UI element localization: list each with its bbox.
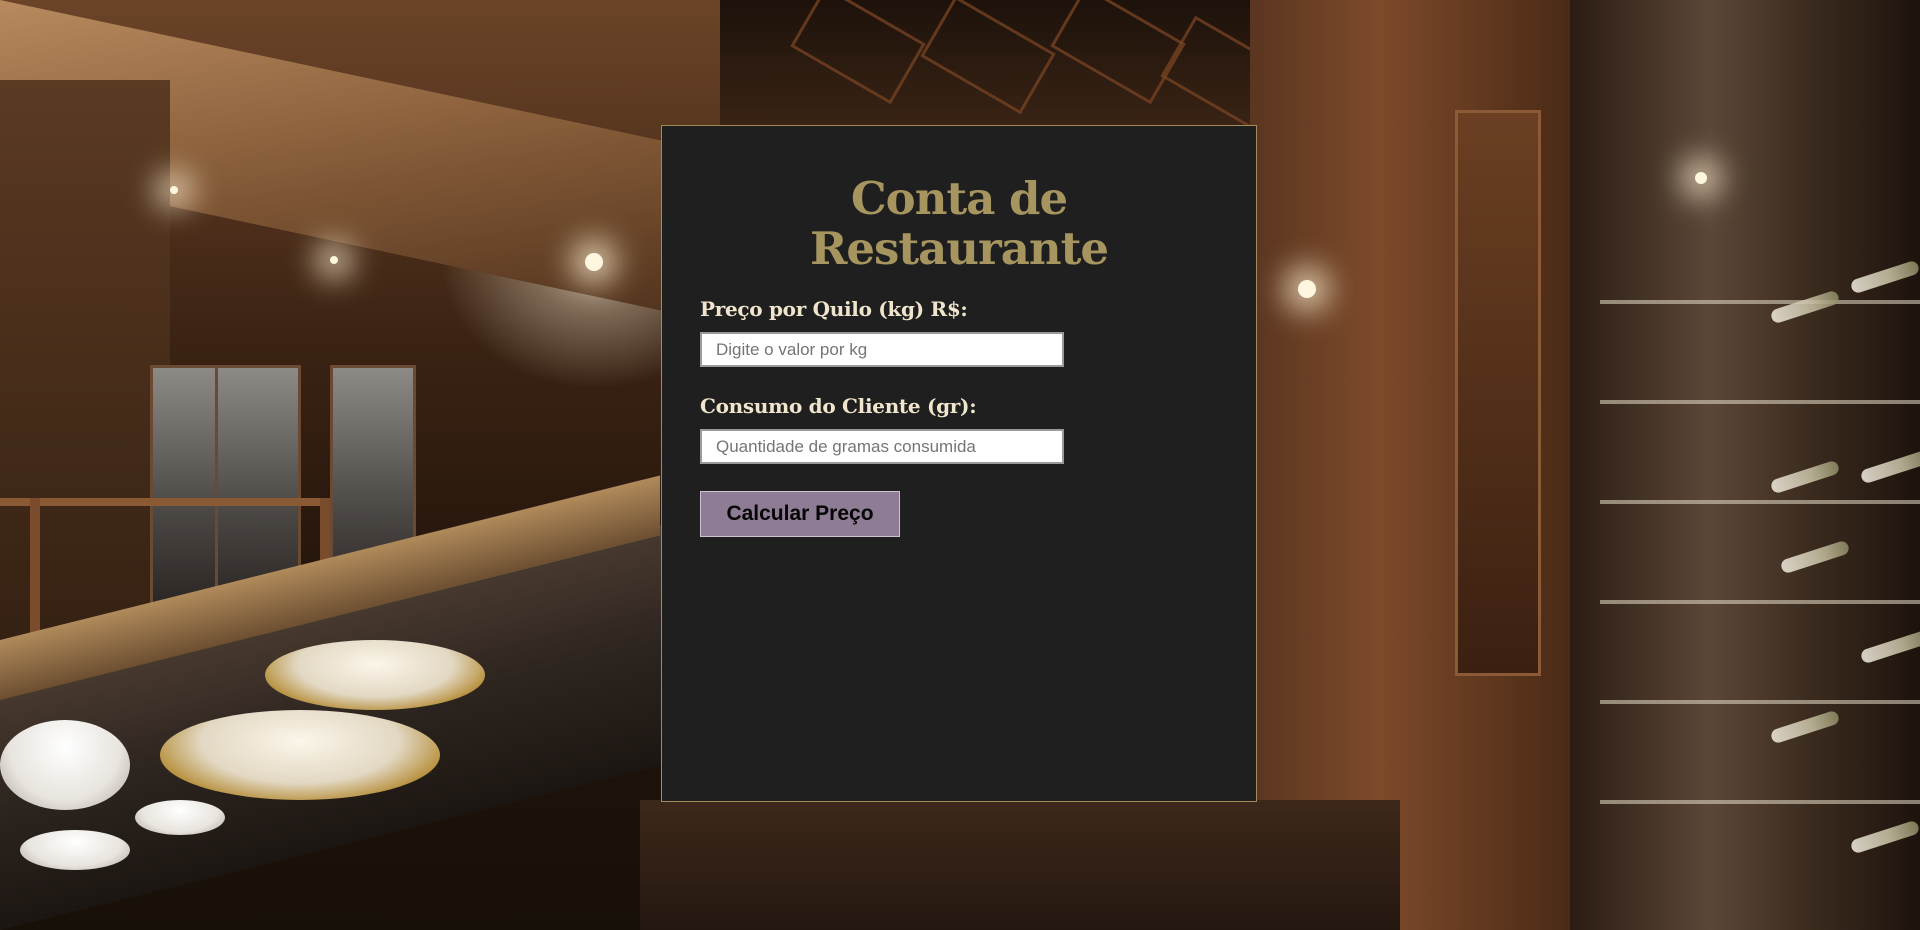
pendant-light: [1298, 280, 1316, 298]
wine-shelf: [1600, 800, 1920, 804]
page-title: Conta de Restaurante: [809, 172, 1109, 275]
wine-cabinet: [1570, 0, 1920, 930]
railing: [0, 498, 330, 506]
wine-shelf: [1600, 300, 1920, 304]
buffet-tray: [160, 710, 440, 800]
serving-bowl: [20, 830, 130, 870]
wine-shelf: [1600, 700, 1920, 704]
consumption-label: Consumo do Cliente (gr):: [700, 394, 977, 418]
serving-bowl: [135, 800, 225, 835]
ceiling-light: [170, 186, 178, 194]
price-per-kg-label: Preço por Quilo (kg) R$:: [700, 297, 968, 321]
wine-shelf: [1600, 400, 1920, 404]
floor: [640, 800, 1400, 930]
ceiling-light: [585, 253, 603, 271]
wood-door: [1455, 110, 1541, 676]
ceiling-light: [330, 256, 338, 264]
price-per-kg-input[interactable]: [700, 332, 1064, 367]
consumption-input[interactable]: [700, 429, 1064, 464]
buffet-tray: [265, 640, 485, 710]
ceiling-light: [1695, 172, 1707, 184]
calculator-panel: Conta de Restaurante Preço por Quilo (kg…: [661, 125, 1257, 802]
serving-bowl: [0, 720, 130, 810]
calculate-price-button[interactable]: Calcular Preço: [700, 491, 900, 537]
wine-shelf: [1600, 500, 1920, 504]
wine-shelf: [1600, 600, 1920, 604]
